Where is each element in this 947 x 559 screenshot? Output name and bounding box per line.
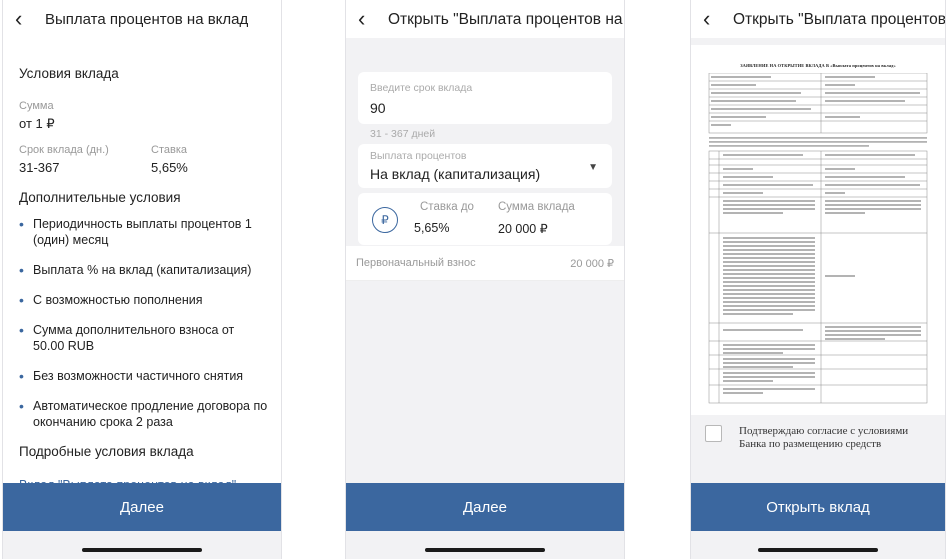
open-deposit-button[interactable]: Открыть вклад xyxy=(691,483,945,531)
page-title: Открыть "Выплата процентов на вк... xyxy=(733,11,945,28)
chevron-left-icon[interactable]: ‹ xyxy=(358,8,365,30)
conditions-list: Периодичность выплаты процентов 1 (один)… xyxy=(19,216,269,444)
home-indicator xyxy=(425,548,545,552)
term-input-value: 90 xyxy=(370,100,386,116)
home-indicator xyxy=(758,548,878,552)
amount-value: от 1 ₽ xyxy=(19,116,55,131)
list-item: Автоматическое продление договора по око… xyxy=(19,398,269,430)
home-indicator xyxy=(82,548,202,552)
next-button[interactable]: Далее xyxy=(3,483,281,531)
header: ‹ Открыть "Выплата процентов на вк... xyxy=(691,0,945,38)
term-hint: 31 - 367 дней xyxy=(370,128,436,140)
rate-label: Ставка xyxy=(151,144,187,156)
term-input[interactable]: Введите срок вклада 90 xyxy=(358,72,612,124)
list-item: Сумма дополнительного взноса от 50.00 RU… xyxy=(19,322,269,354)
page-title: Выплата процентов на вклад xyxy=(45,11,249,28)
list-item: Выплата % на вклад (капитализация) xyxy=(19,262,269,278)
consent-text: Подтверждаю согласие с условиями Банка п… xyxy=(739,425,909,450)
payout-value: На вклад (капитализация) xyxy=(370,166,541,182)
page-title: Открыть "Выплата процентов на вк... xyxy=(388,11,624,28)
sum-label: Сумма вклада xyxy=(498,201,575,213)
list-item: Периодичность выплаты процентов 1 (один)… xyxy=(19,216,269,248)
section-title-details: Подробные условия вклада xyxy=(19,444,194,459)
header: ‹ Открыть "Выплата процентов на вк... xyxy=(346,0,624,38)
consent-row: Подтверждаю согласие с условиями Банка п… xyxy=(691,415,945,475)
sum-value: 20 000 ₽ xyxy=(498,222,548,236)
ruble-icon: ₽ xyxy=(372,207,398,233)
screen-application-document: ‹ Открыть "Выплата процентов на вк... ЗА… xyxy=(691,0,945,559)
screen-deposit-conditions: ‹ Выплата процентов на вклад Условия вкл… xyxy=(3,0,281,559)
header: ‹ Выплата процентов на вклад xyxy=(3,0,281,38)
list-item: С возможностью пополнения xyxy=(19,292,269,308)
application-document[interactable]: ЗАЯВЛЕНИЕ НА ОТКРЫТИЕ ВКЛАДА В «Выплата … xyxy=(691,45,945,416)
term-value: 31-367 xyxy=(19,160,60,175)
screen-open-deposit: ‹ Открыть "Выплата процентов на вк... Вв… xyxy=(346,0,624,559)
section-title-conditions: Условия вклада xyxy=(19,66,119,81)
initial-payment-row: Первоначальный взнос 20 000 ₽ xyxy=(346,246,624,281)
term-input-label: Введите срок вклада xyxy=(370,82,473,94)
document-title: ЗАЯВЛЕНИЕ НА ОТКРЫТИЕ ВКЛАДА В «Выплата … xyxy=(740,63,896,68)
next-button[interactable]: Далее xyxy=(346,483,624,531)
consent-checkbox[interactable] xyxy=(705,425,722,442)
initial-value: 20 000 ₽ xyxy=(570,258,614,270)
chevron-left-icon[interactable]: ‹ xyxy=(15,8,22,30)
rate-label: Ставка до xyxy=(420,201,474,213)
rate-value: 5,65% xyxy=(151,160,188,175)
rate-value: 5,65% xyxy=(414,221,450,235)
list-item: Без возможности частичного снятия xyxy=(19,368,269,384)
payout-select[interactable]: Выплата процентов На вклад (капитализаци… xyxy=(358,144,612,188)
caret-down-icon: ▼ xyxy=(588,162,598,173)
payout-label: Выплата процентов xyxy=(370,150,467,162)
chevron-left-icon[interactable]: ‹ xyxy=(703,8,710,30)
content: Условия вклада Сумма от 1 ₽ Срок вклада … xyxy=(3,38,281,507)
deposit-summary-card: ₽ Ставка до 5,65% Сумма вклада 20 000 ₽ xyxy=(358,193,612,245)
term-label: Срок вклада (дн.) xyxy=(19,144,109,156)
section-title-additional: Дополнительные условия xyxy=(19,190,181,205)
initial-label: Первоначальный взнос xyxy=(356,257,476,269)
amount-label: Сумма xyxy=(19,100,54,112)
document-page-graphic xyxy=(708,73,928,404)
